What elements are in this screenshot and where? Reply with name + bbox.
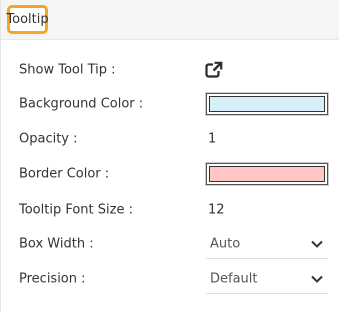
- chevron-down-icon: [311, 240, 323, 248]
- precision-select[interactable]: Default: [206, 264, 328, 294]
- background-color-label: Background Color :: [19, 96, 144, 112]
- box-width-select[interactable]: Auto: [206, 229, 328, 259]
- precision-row: Precision : Default: [1, 264, 339, 294]
- precision-selected-value: Default: [210, 271, 258, 286]
- section-title: Tooltip: [6, 12, 49, 27]
- show-tooltip-label: Show Tool Tip :: [19, 62, 116, 78]
- box-width-row: Box Width : Auto: [1, 229, 339, 259]
- opacity-label: Opacity :: [19, 131, 78, 147]
- show-tooltip-row: Show Tool Tip :: [1, 55, 339, 85]
- precision-label: Precision :: [19, 271, 86, 287]
- border-color-swatch[interactable]: [205, 162, 329, 186]
- tooltip-font-size-value[interactable]: 12: [208, 203, 225, 218]
- background-color-fill: [209, 96, 325, 112]
- section-header: Tooltip: [1, 0, 339, 40]
- border-color-row: Border Color :: [1, 159, 339, 189]
- opacity-value[interactable]: 1: [208, 132, 216, 147]
- background-color-row: Background Color :: [1, 89, 339, 119]
- tooltip-font-size-row: Tooltip Font Size : 12: [1, 195, 339, 225]
- box-width-label: Box Width :: [19, 236, 94, 252]
- border-color-fill: [209, 166, 325, 182]
- tooltip-font-size-label: Tooltip Font Size :: [19, 202, 133, 218]
- tooltip-properties-panel: Tooltip Show Tool Tip : Background Color…: [0, 0, 339, 312]
- chevron-down-icon: [311, 275, 323, 283]
- box-width-selected-value: Auto: [210, 236, 241, 251]
- tooltip-section-tab[interactable]: Tooltip: [6, 5, 49, 34]
- external-link-icon[interactable]: [205, 61, 223, 79]
- opacity-row: Opacity : 1: [1, 124, 339, 154]
- border-color-label: Border Color :: [19, 166, 110, 182]
- background-color-swatch[interactable]: [205, 92, 329, 116]
